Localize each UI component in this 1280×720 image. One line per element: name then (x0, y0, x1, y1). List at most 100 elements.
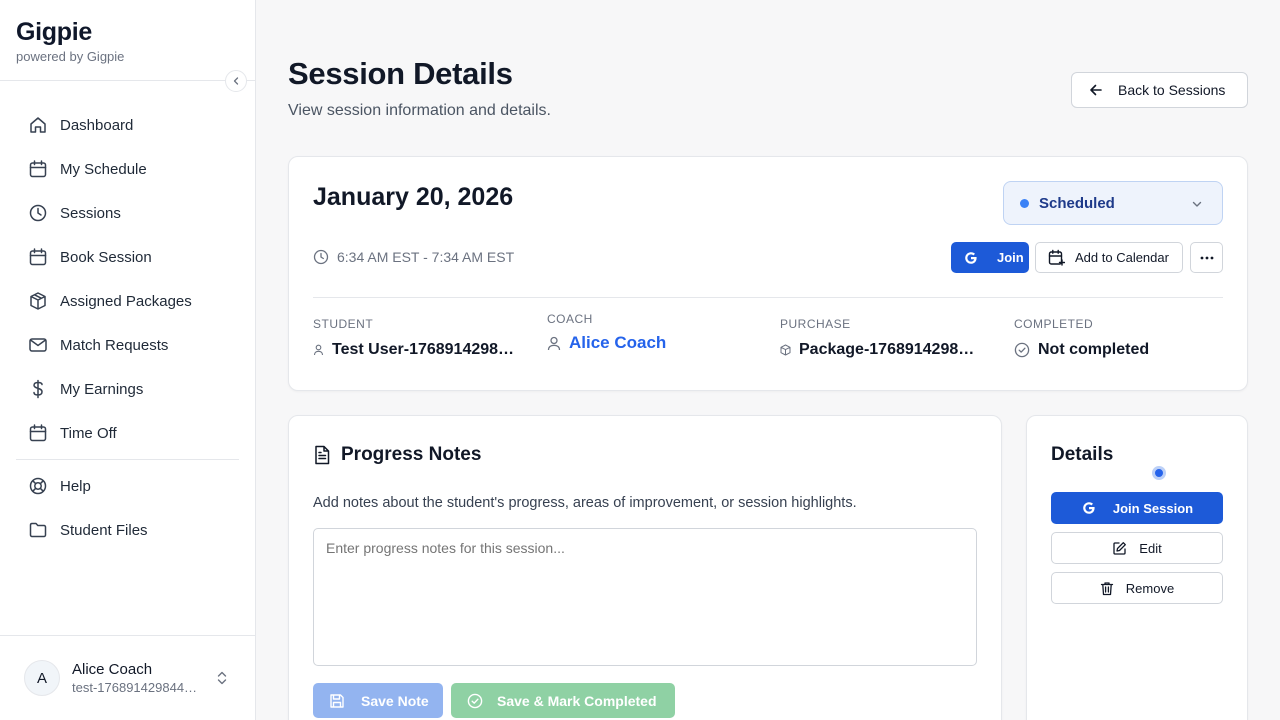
progress-notes-input[interactable] (313, 528, 977, 666)
sidebar-item-sessions[interactable]: Sessions (16, 191, 239, 235)
sidebar-item-label: My Earnings (60, 380, 144, 398)
session-summary-card: January 20, 2026 Scheduled 6:34 AM EST -… (288, 156, 1248, 391)
purchase-label: PURCHASE (780, 317, 851, 331)
save-note-label: Save Note (361, 692, 429, 709)
student-label: STUDENT (313, 317, 374, 331)
completed-value: Not completed (1014, 341, 1224, 359)
brand-name: Gigpie (16, 18, 92, 46)
student-name: Test User-1768914298512 (332, 341, 518, 358)
status-value: Scheduled (1039, 194, 1115, 212)
edit-button[interactable]: Edit (1051, 532, 1223, 564)
user-icon (547, 336, 561, 350)
check-circle-icon (1014, 342, 1030, 358)
sidebar-item-label: My Schedule (60, 160, 147, 178)
remove-button[interactable]: Remove (1051, 572, 1223, 604)
coach-field: COACH Alice Coach (547, 312, 757, 353)
cursor-indicator (1152, 466, 1166, 480)
brand-subtitle: powered by Gigpie (16, 49, 125, 64)
file-text-icon (315, 445, 330, 465)
chevron-left-icon (233, 77, 239, 85)
sidebar-item-dashboard[interactable]: Dashboard (16, 103, 239, 147)
sidebar-item-match-requests[interactable]: Match Requests (16, 323, 239, 367)
clock-icon (313, 249, 329, 265)
join-button[interactable]: Join (951, 242, 1029, 273)
calendar-plus-icon (1048, 249, 1065, 266)
more-actions-button[interactable] (1190, 242, 1223, 273)
sidebar-item-label: Dashboard (60, 116, 134, 134)
check-circle-icon (467, 693, 483, 708)
sidebar-item-assigned-packages[interactable]: Assigned Packages (16, 279, 239, 323)
edit-icon (1113, 541, 1127, 555)
sidebar-item-help[interactable]: Help (16, 464, 239, 508)
back-to-sessions-button[interactable]: Back to Sessions (1071, 72, 1248, 108)
package-icon (780, 344, 791, 356)
home-icon (30, 117, 46, 133)
sidebar-item-student-files[interactable]: Student Files (16, 508, 239, 552)
user-menu[interactable]: A Alice Coach test-1768914298447-coach@e… (0, 635, 255, 720)
coach-label: COACH (547, 312, 593, 326)
purchase-name: Package-1768914298713 (799, 341, 981, 358)
package-icon (30, 292, 46, 310)
join-session-button[interactable]: Join Session (1051, 492, 1223, 524)
sidebar-item-my-earnings[interactable]: My Earnings (16, 367, 239, 411)
join-label: Join (997, 250, 1024, 265)
clock-icon (29, 204, 47, 222)
add-to-calendar-button[interactable]: Add to Calendar (1035, 242, 1183, 273)
sidebar-nav: Dashboard My Schedule Sessions Book Sess… (16, 103, 239, 552)
completed-field: COMPLETED Not completed (1014, 317, 1224, 359)
sidebar-item-label: Help (60, 477, 91, 495)
sidebar-item-time-off[interactable]: Time Off (16, 411, 239, 455)
student-field: STUDENT Test User-1768914298512 (313, 317, 523, 359)
status-select[interactable]: Scheduled (1003, 181, 1223, 225)
mail-icon (29, 338, 47, 352)
back-to-sessions-label: Back to Sessions (1118, 82, 1226, 98)
user-icon (313, 344, 324, 356)
coach-value[interactable]: Alice Coach (547, 333, 757, 353)
save-and-complete-button[interactable]: Save & Mark Completed (451, 683, 675, 718)
status-dot-icon (1020, 198, 1029, 208)
arrow-left-icon (1090, 84, 1102, 96)
user-name: Alice Coach (72, 661, 153, 678)
sidebar-item-label: Book Session (60, 248, 152, 266)
progress-notes-card: Progress Notes Add notes about the stude… (288, 415, 1002, 720)
purchase-value[interactable]: Package-1768914298713 (780, 341, 990, 359)
coach-name-link: Alice Coach (569, 333, 667, 352)
session-time: 6:34 AM EST - 7:34 AM EST (313, 249, 514, 265)
sidebar: Gigpie powered by Gigpie Dashboard My Sc… (0, 0, 256, 720)
calendar-icon (29, 160, 47, 178)
lifebuoy-icon (29, 477, 47, 495)
session-time-text: 6:34 AM EST - 7:34 AM EST (337, 249, 515, 265)
edit-label: Edit (1139, 540, 1162, 556)
calendar-icon (29, 424, 47, 442)
dollar-icon (33, 379, 43, 399)
sidebar-item-book-session[interactable]: Book Session (16, 235, 239, 279)
calendar-icon (29, 248, 47, 266)
sidebar-item-my-schedule[interactable]: My Schedule (16, 147, 239, 191)
student-value[interactable]: Test User-1768914298512 (313, 341, 523, 359)
details-title: Details (1051, 444, 1114, 465)
sidebar-item-label: Assigned Packages (60, 292, 192, 310)
progress-notes-heading: Progress Notes (341, 444, 482, 465)
card-divider (313, 297, 1223, 298)
sidebar-item-label: Sessions (60, 204, 121, 222)
page-subtitle: View session information and details. (288, 102, 551, 119)
chevron-down-icon (1192, 201, 1202, 207)
google-icon (1083, 502, 1095, 514)
session-date: January 20, 2026 (313, 183, 514, 211)
save-note-button[interactable]: Save Note (313, 683, 443, 718)
collapse-sidebar-button[interactable] (225, 70, 247, 92)
sidebar-item-label: Match Requests (60, 336, 169, 354)
avatar: A (24, 660, 60, 696)
completed-label: COMPLETED (1014, 317, 1094, 331)
save-and-complete-label: Save & Mark Completed (497, 692, 657, 709)
google-icon (965, 251, 977, 264)
sidebar-divider (16, 459, 239, 460)
page-title: Session Details (288, 56, 513, 91)
chevrons-up-down-icon (217, 671, 227, 685)
progress-notes-description: Add notes about the student's progress, … (313, 495, 857, 511)
more-horizontal-icon (1200, 256, 1213, 259)
save-icon (330, 693, 344, 708)
progress-notes-title: Progress Notes (313, 444, 481, 466)
user-meta: Alice Coach test-1768914298447-coach@exa… (72, 661, 202, 695)
folder-icon (29, 522, 47, 538)
